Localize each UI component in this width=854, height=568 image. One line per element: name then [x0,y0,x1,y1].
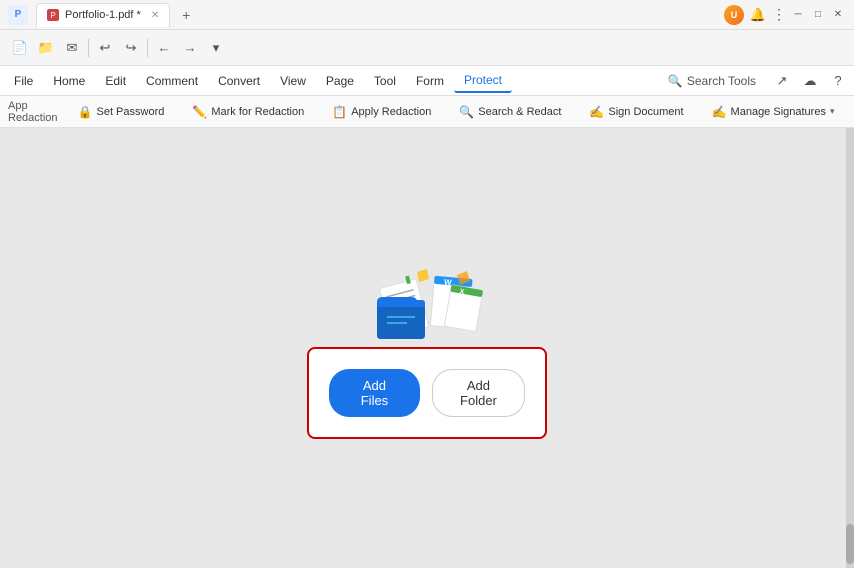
menu-edit[interactable]: Edit [95,70,136,92]
search-redact-button[interactable]: 🔍 Search & Redact [451,102,569,122]
close-button[interactable]: ✕ [830,7,846,23]
add-folder-button[interactable]: Add Folder [432,369,525,417]
app-logo: P [8,5,28,25]
sign-document-button[interactable]: ✍️ Sign Document [581,102,691,122]
notification-icon[interactable]: 🔔 [748,5,768,25]
search-redact-icon: 🔍 [459,105,474,119]
menu-protect[interactable]: Protect [454,69,512,93]
maximize-button[interactable]: □ [810,7,826,23]
sub-toolbar: App Redaction 🔒 Set Password ✏️ Mark for… [0,96,854,128]
add-files-button[interactable]: Add Files [329,369,420,417]
cloud-button[interactable]: ☁ [798,69,822,93]
lock-icon: 🔒 [78,105,93,119]
menu-convert[interactable]: Convert [208,70,270,92]
main-content: W X Add Files Add Folder [0,128,854,568]
search-tools-label: Search Tools [687,74,756,88]
menu-view[interactable]: View [270,70,316,92]
apply-icon: 📋 [332,105,347,119]
menu-page[interactable]: Page [316,70,364,92]
minimize-button[interactable]: ─ [790,7,806,23]
search-tools-button[interactable]: 🔍 Search Tools [658,71,766,91]
tab-file-icon: P [47,9,59,21]
more-options-icon[interactable]: ⋮ [772,6,786,23]
active-tab[interactable]: P Portfolio-1.pdf * ✕ [36,3,170,27]
sub-toolbar-title: App Redaction [8,100,58,124]
set-password-button[interactable]: 🔒 Set Password [70,102,173,122]
user-avatar[interactable]: U [724,5,744,25]
scrollbar-thumb[interactable] [846,524,854,564]
sig-icon: ✍️ [712,105,727,119]
undo-button[interactable]: ↩ [93,36,117,60]
open-button[interactable]: 📁 [34,36,58,60]
content-area: W X Add Files Add Folder [307,257,547,439]
sign-icon: ✍️ [589,105,604,119]
title-bar: P P Portfolio-1.pdf * ✕ + U 🔔 ⋮ ─ □ ✕ [0,0,854,30]
menu-file[interactable]: File [4,70,43,92]
back-button[interactable]: ← [152,36,176,60]
dropdown-button[interactable]: ▾ [204,36,228,60]
folder-illustration: W X [357,257,497,357]
menu-tool[interactable]: Tool [364,70,406,92]
apply-redaction-button[interactable]: 📋 Apply Redaction [324,102,439,122]
toolbar: 📄 📁 ✉ ↩ ↪ ← → ▾ [0,30,854,66]
tab-label: Portfolio-1.pdf * [65,9,141,21]
scrollbar[interactable] [846,128,854,568]
menu-form[interactable]: Form [406,70,454,92]
forward-button[interactable]: → [178,36,202,60]
new-tab-button[interactable]: + [174,3,198,27]
menu-home[interactable]: Home [43,70,95,92]
share-button[interactable]: ↗ [770,69,794,93]
title-bar-controls: U 🔔 ⋮ ─ □ ✕ [724,5,846,25]
tab-bar: P P Portfolio-1.pdf * ✕ + [8,0,724,29]
mark-icon: ✏️ [192,105,207,119]
mark-for-redaction-button[interactable]: ✏️ Mark for Redaction [184,102,312,122]
drop-zone: Add Files Add Folder [307,347,547,439]
toolbar-separator-1 [88,39,89,57]
email-button[interactable]: ✉ [60,36,84,60]
search-tools-icon: 🔍 [668,74,683,88]
manage-signatures-button[interactable]: ✍️ Manage Signatures ▾ [704,102,843,122]
menu-comment[interactable]: Comment [136,70,208,92]
action-buttons: Add Files Add Folder [329,369,525,417]
sig-dropdown-icon: ▾ [830,106,835,117]
redo-button[interactable]: ↪ [119,36,143,60]
file-icon-button[interactable]: 📄 [8,36,32,60]
menu-bar: File Home Edit Comment Convert View Page… [0,66,854,96]
toolbar-separator-2 [147,39,148,57]
help-button[interactable]: ? [826,69,850,93]
tab-close-button[interactable]: ✕ [151,10,159,21]
menu-right-area: 🔍 Search Tools ↗ ☁ ? [658,69,850,93]
